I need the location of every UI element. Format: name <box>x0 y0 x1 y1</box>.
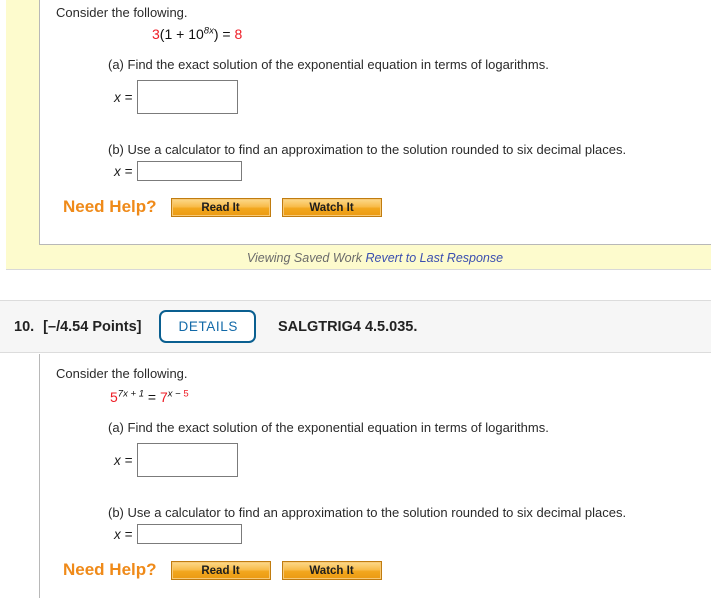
consider-text-9: Consider the following. <box>56 5 188 20</box>
x-equals-label-10a: x = <box>114 452 133 468</box>
read-it-button-10[interactable]: Read It <box>170 560 271 580</box>
answer-a-input-10[interactable] <box>137 443 239 477</box>
saved-work-left-stripe <box>6 0 39 269</box>
x-equals-label-10b: x = <box>114 526 133 542</box>
question-10-code: SALGTRIG4 4.5.035. <box>277 318 418 335</box>
equation-10-base-2: 7 <box>159 389 168 405</box>
equation-9-term-2: (1 + 10 <box>159 26 204 42</box>
x-equals-label-9a: x = <box>114 89 133 105</box>
need-help-row-9: Need Help? Read It Watch It <box>63 197 393 217</box>
answer-b-row-9: x = <box>114 161 243 181</box>
answer-a-row-10: x = <box>114 443 239 477</box>
question-10-header: 10. [–/4.54 Points] DETAILS SALGTRIG4 4.… <box>0 300 711 353</box>
saved-work-bar: Viewing Saved Work Revert to Last Respon… <box>39 248 711 268</box>
equation-9-term-5: 8 <box>234 26 243 42</box>
question-9-body: Consider the following. 3(1 + 108x) = 8 … <box>39 0 711 245</box>
equation-10-exponent-2b: 5 <box>183 388 189 400</box>
equation-10-base-1: 5 <box>110 389 118 405</box>
equation-10-exponent-2a: x − <box>167 388 184 400</box>
part-a-text-9: (a) Find the exact solution of the expon… <box>108 57 549 72</box>
answer-a-row-9: x = <box>114 80 239 114</box>
equation-10: 57x + 1 = 7x − 5 <box>110 389 189 405</box>
question-9-container: Consider the following. 3(1 + 108x) = 8 … <box>0 0 711 270</box>
revert-to-last-response-link[interactable]: Revert to Last Response <box>366 251 504 265</box>
equation-9-term-1: 3 <box>152 26 160 42</box>
part-b-text-9: (b) Use a calculator to find an approxim… <box>108 142 627 157</box>
question-10-points: [–/4.54 Points] <box>43 318 142 335</box>
need-help-label-9: Need Help? <box>63 197 157 216</box>
question-10-number: 10. <box>14 318 35 335</box>
part-a-text-10: (a) Find the exact solution of the expon… <box>108 420 549 435</box>
need-help-label-10: Need Help? <box>63 560 157 579</box>
watch-it-button-9[interactable]: Watch It <box>281 197 382 217</box>
question-10-body: Consider the following. 57x + 1 = 7x − 5… <box>39 354 711 598</box>
equation-10-equals: = <box>143 389 160 405</box>
need-help-row-10: Need Help? Read It Watch It <box>63 560 393 580</box>
equation-9: 3(1 + 108x) = 8 <box>152 26 242 42</box>
equation-9-exponent: 8x <box>203 25 214 37</box>
read-it-button-9[interactable]: Read It <box>170 197 271 217</box>
answer-b-row-10: x = <box>114 524 243 544</box>
viewing-saved-work-label: Viewing Saved Work <box>246 251 363 265</box>
x-equals-label-9b: x = <box>114 163 133 179</box>
answer-b-input-9[interactable] <box>137 161 243 181</box>
part-b-text-10: (b) Use a calculator to find an approxim… <box>108 505 627 520</box>
answer-b-input-10[interactable] <box>137 524 243 544</box>
equation-10-exponent-1: 7x + 1 <box>117 388 144 400</box>
consider-text-10: Consider the following. <box>56 366 188 381</box>
details-button-10[interactable]: DETAILS <box>159 310 256 343</box>
answer-a-input-9[interactable] <box>137 80 239 114</box>
equation-9-term-4: ) = <box>213 26 235 42</box>
watch-it-button-10[interactable]: Watch It <box>281 560 382 580</box>
